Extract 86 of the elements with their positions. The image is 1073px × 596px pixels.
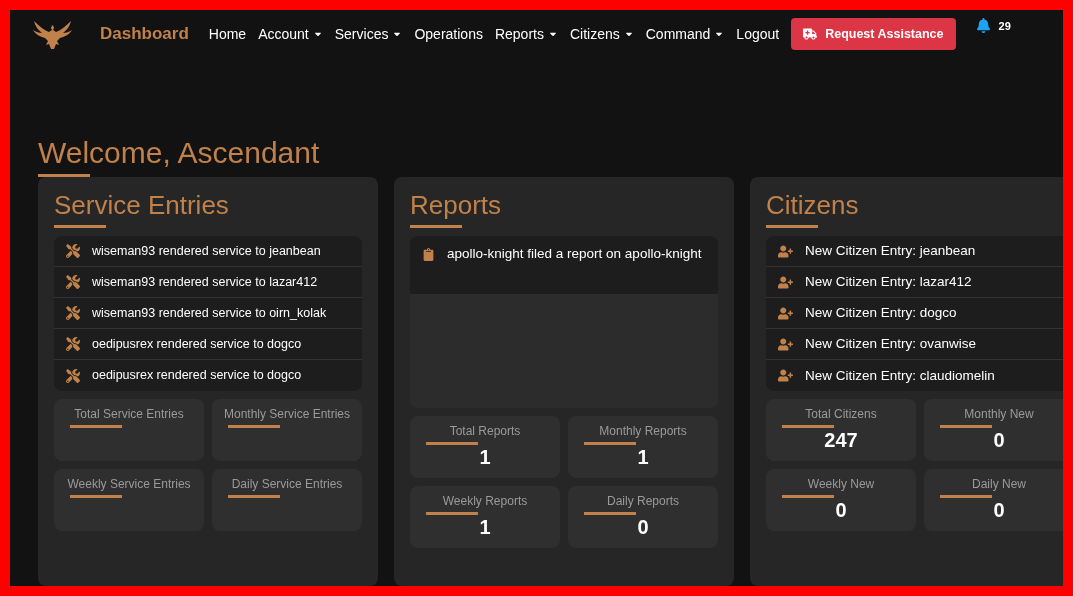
tools-icon <box>66 337 80 351</box>
activity-item[interactable]: oedipusrex rendered service to dogco <box>54 329 362 360</box>
activity-text: oedipusrex rendered service to dogco <box>92 367 302 385</box>
user-plus-icon <box>778 368 793 383</box>
welcome-heading: Welcome, Ascendant <box>38 136 321 170</box>
accent-rule <box>940 425 992 428</box>
stat-value: 0 <box>993 428 1005 452</box>
accent-rule <box>782 495 834 498</box>
tools-icon <box>66 306 80 320</box>
stat-value: 247 <box>824 428 858 452</box>
stat-label: Monthly New <box>964 407 1034 421</box>
tools-icon <box>66 368 80 383</box>
ambulance-icon <box>803 27 818 41</box>
accent-rule <box>940 495 992 498</box>
stat-value: 1 <box>637 445 649 469</box>
accent-rule <box>70 425 122 428</box>
accent-rule <box>38 174 90 177</box>
stat-label: Weekly Reports <box>442 494 528 508</box>
user-plus-icon <box>778 305 793 321</box>
nav-link[interactable]: Command <box>645 23 725 45</box>
stat-label: Weekly New <box>807 477 875 491</box>
activity-text: New Citizen Entry: lazar412 <box>805 273 972 291</box>
user-plus-icon <box>778 336 793 352</box>
request-assistance-button[interactable]: Request Assistance <box>791 17 956 51</box>
stat-label: Daily New <box>972 477 1026 491</box>
activity-item[interactable]: New Citizen Entry: ovanwise <box>766 329 1063 360</box>
accent-rule <box>426 442 478 445</box>
tools-icon <box>66 244 80 258</box>
activity-text: oedipusrex rendered service to dogco <box>92 335 302 353</box>
accent-rule <box>228 495 280 498</box>
accent-rule <box>426 512 478 515</box>
activity-item[interactable]: New Citizen Entry: lazar412 <box>766 267 1063 298</box>
nav-link[interactable]: Citizens <box>569 23 634 45</box>
nav-link[interactable]: Home <box>208 23 247 45</box>
nav-link[interactable]: Services <box>334 23 403 45</box>
stat-value: 1 <box>479 515 491 539</box>
tools-icon <box>66 275 80 289</box>
activity-item[interactable]: New Citizen Entry: dogco <box>766 298 1063 329</box>
user-plus-icon <box>778 274 793 290</box>
activity-text: wiseman93 rendered service to jeanbean <box>92 242 321 260</box>
nav-link[interactable]: Operations <box>414 23 483 45</box>
panel-title: Reports <box>410 189 503 221</box>
activity-text: New Citizen Entry: ovanwise <box>805 335 977 353</box>
stat-label: Total Service Entries <box>74 407 184 421</box>
nav-link[interactable]: Logout <box>736 23 780 45</box>
stat-label: Daily Service Entries <box>231 477 343 491</box>
panel-title: Citizens <box>766 189 860 221</box>
stat-label: Total Citizens <box>805 407 877 421</box>
activity-text: wiseman93 rendered service to lazar412 <box>92 273 318 291</box>
activity-item[interactable]: wiseman93 rendered service to oirn_kolak <box>54 298 362 329</box>
stat-value: 0 <box>835 498 847 522</box>
accent-rule <box>584 442 636 445</box>
accent-rule <box>228 425 280 428</box>
accent-rule <box>70 495 122 498</box>
nav-link[interactable]: Account <box>258 23 323 45</box>
activity-text: New Citizen Entry: dogco <box>805 304 957 322</box>
activity-item[interactable]: New Citizen Entry: claudiomelin <box>766 360 1063 391</box>
stat-label: Weekly Service Entries <box>67 477 191 491</box>
activity-item[interactable]: wiseman93 rendered service to lazar412 <box>54 267 362 298</box>
stat-label: Monthly Reports <box>599 424 687 438</box>
stat-label: Total Reports <box>449 424 521 438</box>
notification-bell-icon[interactable] <box>975 18 991 33</box>
activity-item[interactable]: apollo-knight filed a report on apollo-knight <box>410 236 718 294</box>
activity-item[interactable]: oedipusrex rendered service to dogco <box>54 360 362 391</box>
clipboard-icon <box>422 248 435 261</box>
panel-title: Service Entries <box>54 189 230 221</box>
stat-value: 0 <box>993 498 1005 522</box>
stat-label: Daily Reports <box>607 494 679 508</box>
brand-link[interactable]: Dashboard <box>100 21 189 47</box>
stat-value: 0 <box>637 515 649 539</box>
activity-item[interactable]: wiseman93 rendered service to jeanbean <box>54 236 362 267</box>
activity-text: wiseman93 rendered service to oirn_kolak <box>92 304 327 322</box>
accent-rule <box>782 425 834 428</box>
activity-text: New Citizen Entry: claudiomelin <box>805 366 995 385</box>
notification-count: 29 <box>998 19 1011 34</box>
accent-rule <box>584 512 636 515</box>
accent-rule <box>54 225 106 228</box>
activity-text: New Citizen Entry: jeanbean <box>805 242 976 260</box>
nav-link[interactable]: Reports <box>494 23 558 45</box>
accent-rule <box>766 225 818 228</box>
activity-item[interactable]: New Citizen Entry: jeanbean <box>766 236 1063 267</box>
accent-rule <box>410 225 462 228</box>
activity-text: apollo-knight filed a report on apollo-knight <box>447 245 702 263</box>
user-plus-icon <box>778 243 793 259</box>
stat-label: Monthly Service Entries <box>223 407 350 421</box>
stat-value: 1 <box>479 445 491 469</box>
